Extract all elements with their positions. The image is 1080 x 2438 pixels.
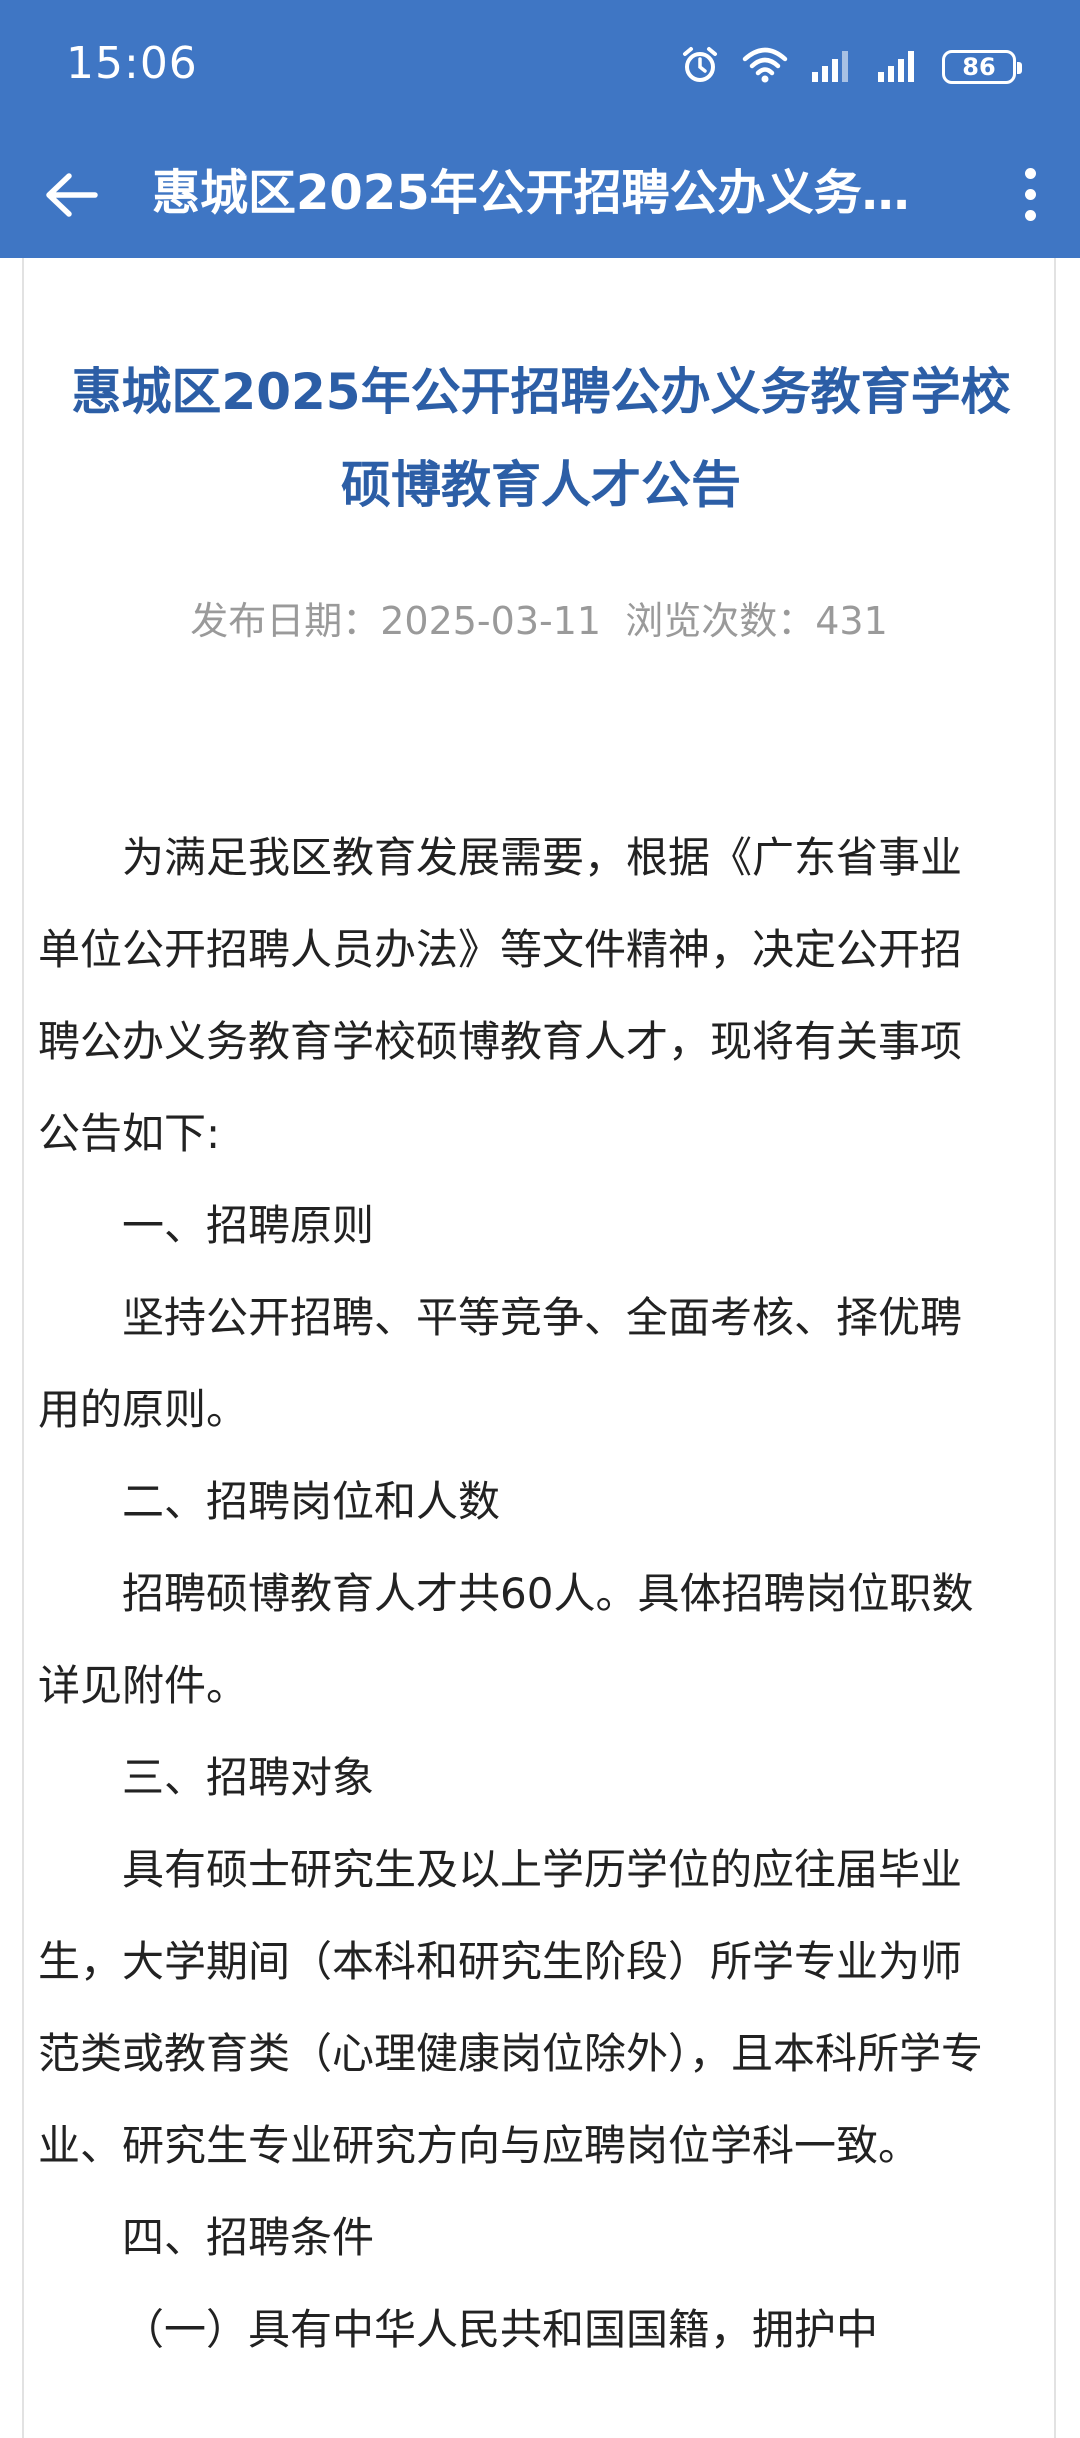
- article-title-line-2: 硕博教育人才公告: [341, 456, 741, 514]
- more-options-button[interactable]: [1000, 156, 1060, 232]
- article-title: 惠城区2025年公开招聘公办义务教育学校 硕博教育人才公告: [44, 346, 1038, 532]
- article-title-line-1: 惠城区2025年公开招聘公办义务教育学校: [71, 363, 1011, 421]
- battery-icon: 86: [942, 50, 1022, 84]
- back-button[interactable]: [36, 160, 106, 230]
- back-arrow-icon: [46, 173, 98, 217]
- section-heading: 四、招聘条件: [122, 2213, 375, 2262]
- publish-date-label: 发布日期：: [190, 599, 381, 643]
- page-title: 惠城区2025年公开招聘公办义务...: [152, 165, 912, 221]
- article-body: 为满足我区教育发展需要，根据《广东省事业单位公开招聘人员办法》等文件精神，决定公…: [38, 812, 996, 2376]
- section-heading: 二、招聘岗位和人数: [122, 1477, 501, 1526]
- paragraph: 坚持公开招聘、平等竞争、全面考核、择优聘用的原则。: [38, 1293, 963, 1434]
- views-count: 431: [815, 599, 888, 643]
- nav-bar: 惠城区2025年公开招聘公办义务...: [0, 130, 1080, 258]
- status-bar: 15:06 86: [0, 0, 1080, 130]
- wifi-icon: [742, 47, 788, 87]
- paragraph: 具有硕士研究生及以上学历学位的应往届毕业生，大学期间（本科和研究生阶段）所学专业…: [38, 1845, 984, 2170]
- views-label: 浏览次数：: [625, 599, 816, 643]
- paragraph-intro: 为满足我区教育发展需要，根据《广东省事业单位公开招聘人员办法》等文件精神，决定公…: [38, 833, 963, 1158]
- alarm-icon: [680, 45, 720, 89]
- article-meta: 发布日期：2025-03-11 浏览次数：431: [24, 596, 1054, 646]
- battery-level: 86: [962, 53, 996, 81]
- paragraph: （一）具有中华人民共和国国籍，拥护中: [122, 2305, 879, 2354]
- paragraph: 招聘硕博教育人才共60人。具体招聘岗位职数详见附件。: [38, 1569, 974, 1710]
- status-icons: 86: [680, 44, 1022, 90]
- signal-icon: [876, 48, 920, 86]
- signal-icon: [810, 48, 854, 86]
- publish-date: 2025-03-11: [380, 599, 602, 643]
- app-header: 15:06 86 惠城区2025年公开招聘公办义务...: [0, 0, 1080, 258]
- status-time: 15:06: [66, 38, 198, 89]
- section-heading: 一、招聘原则: [122, 1201, 375, 1250]
- section-heading: 三、招聘对象: [122, 1753, 375, 1802]
- more-vertical-icon: [1024, 167, 1036, 179]
